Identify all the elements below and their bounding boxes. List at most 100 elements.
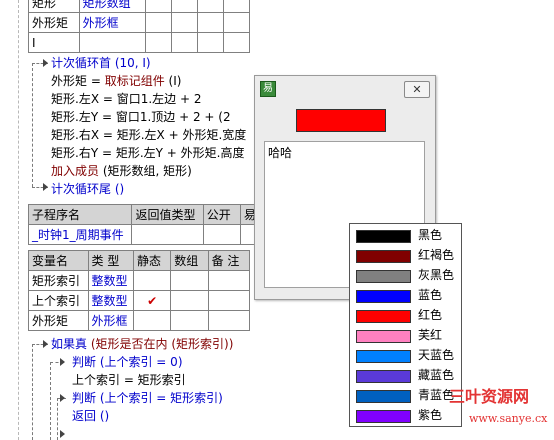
flow-arrow-icon (60, 394, 65, 402)
table-row: 上个索引 整数型 ✔ (28, 290, 251, 311)
code-line[interactable]: 矩形.右Y = 矩形.左Y + 外形矩.高度 (51, 144, 244, 162)
color-item[interactable]: 天蓝色 (354, 346, 458, 364)
color-label: 藏蓝色 (418, 368, 455, 382)
flow-line (57, 398, 58, 440)
code-loop-start[interactable]: 计次循环首 (10, I) (51, 54, 151, 72)
editor-gutter (0, 0, 19, 440)
table-cell[interactable]: 矩形数组 (78, 0, 146, 13)
table-cell[interactable]: 矩形索引 (28, 270, 89, 291)
code-return-line[interactable]: 返回 () (72, 407, 109, 425)
subroutine-name[interactable]: _时钟1_周期事件 (27, 224, 133, 245)
color-label: 红褐色 (418, 248, 455, 262)
table-cell[interactable] (132, 310, 172, 331)
table-cell[interactable]: 整数型 (87, 270, 134, 291)
table-cell[interactable] (144, 0, 172, 13)
code-if-line[interactable]: 如果真 (矩形是否在内 (矩形索引)) (51, 335, 233, 353)
code-function: 取标记组件 (104, 74, 165, 88)
flow-arrow-icon (43, 183, 48, 191)
color-item[interactable]: 红色 (354, 306, 458, 324)
color-item[interactable]: 青蓝色 (354, 386, 458, 404)
table-cell[interactable] (196, 0, 224, 13)
code-judge-line[interactable]: 判断 (上个索引 = 0) (72, 353, 183, 371)
code-loop-end[interactable]: 计次循环尾 () (51, 180, 124, 198)
table-row: I (28, 32, 251, 53)
app-icon: 易 (260, 81, 276, 97)
color-label: 蓝色 (418, 288, 443, 302)
color-swatch (356, 250, 411, 263)
table-cell[interactable]: 外形框 (78, 12, 146, 33)
table-cell[interactable] (196, 32, 224, 53)
table-cell[interactable]: 外形矩 (28, 12, 80, 33)
table-cell[interactable] (144, 32, 172, 53)
code-function: 加入成员 (51, 164, 100, 178)
code-line[interactable]: 矩形.左X = 窗口1.左边 + 2 (51, 90, 202, 108)
table-cell[interactable]: 上个索引 (28, 290, 89, 311)
watermark-text: 三叶资源网 (449, 387, 530, 406)
color-item[interactable]: 芙红 (354, 326, 458, 344)
table-cell[interactable] (222, 0, 251, 13)
table-cell[interactable] (78, 32, 146, 53)
table-cell[interactable] (207, 290, 251, 311)
code-line[interactable]: 加入成员 (矩形数组, 矩形) (51, 162, 192, 180)
color-item[interactable]: 藏蓝色 (354, 366, 458, 384)
color-item[interactable]: 紫色 (354, 406, 458, 424)
color-swatch (356, 270, 411, 283)
color-item[interactable]: 灰黑色 (354, 266, 458, 284)
table-cell[interactable]: 外形矩 (28, 310, 89, 331)
color-item[interactable]: 蓝色 (354, 286, 458, 304)
table-cell[interactable]: 整数型 (87, 290, 134, 311)
close-button[interactable]: ✕ (404, 81, 430, 98)
color-list[interactable]: 黑色 红褐色 灰黑色 蓝色 红色 芙红 天蓝色 藏蓝色 青蓝色 紫色 (349, 223, 462, 427)
table-cell[interactable] (170, 270, 209, 291)
table-cell[interactable] (170, 290, 209, 311)
textbox-content: 哈哈 (268, 146, 293, 160)
code-text: (I) (164, 74, 182, 88)
table-row: 矩形索引 整数型 (28, 270, 251, 291)
table-cell[interactable]: 矩形 (28, 0, 80, 13)
table-header-row: 变量名 类 型 静态 数组 备 注 (28, 250, 251, 271)
red-rectangle-shape[interactable] (296, 109, 386, 132)
table-row: _时钟1_周期事件 (27, 224, 265, 245)
code-text: 外形矩 = (51, 74, 105, 88)
column-header: 类 型 (87, 250, 134, 271)
table-row: 矩形 矩形数组 (28, 0, 251, 13)
local-variable-table: 变量名 类 型 静态 数组 备 注 矩形索引 整数型 上个索引 整数型 ✔ 外形… (28, 250, 251, 331)
table-cell[interactable] (132, 270, 172, 291)
color-swatch (356, 230, 411, 243)
color-item[interactable]: 红褐色 (354, 246, 458, 264)
table-cell[interactable] (207, 310, 251, 331)
code-line[interactable]: 矩形.左Y = 窗口1.顶边 + 2 + (2 (51, 108, 231, 126)
table-cell[interactable] (170, 310, 209, 331)
code-judge-line[interactable]: 判断 (上个索引 = 矩形索引) (72, 389, 223, 407)
code-keyword: 如果真 (51, 337, 88, 351)
color-label: 芙红 (418, 328, 443, 342)
table-cell[interactable] (207, 270, 251, 291)
flow-arrow-icon (60, 358, 65, 366)
flow-arrow-icon (43, 59, 48, 67)
column-header: 变量名 (28, 250, 89, 271)
table-cell[interactable] (131, 224, 204, 245)
code-line[interactable]: 矩形.右X = 矩形.左X + 外形矩.宽度 (51, 126, 246, 144)
table-cell[interactable] (170, 12, 198, 33)
column-header: 数组 (170, 250, 209, 271)
table-header-row: 子程序名 返回值类型 公开 易 (27, 204, 265, 225)
table-cell[interactable] (202, 224, 241, 245)
column-header: 公开 (202, 204, 241, 225)
column-header: 备 注 (207, 250, 251, 271)
table-cell[interactable] (196, 12, 224, 33)
code-line[interactable]: 上个索引 = 矩形索引 (72, 371, 186, 389)
table-cell[interactable] (144, 12, 172, 33)
table-cell[interactable]: 外形框 (87, 310, 134, 331)
code-text: (矩形数组, 矩形) (99, 164, 192, 178)
table-cell[interactable] (222, 12, 251, 33)
table-cell[interactable] (222, 32, 251, 53)
flow-arrow-icon (43, 340, 48, 348)
table-cell[interactable]: I (28, 32, 80, 53)
table-cell[interactable] (170, 32, 198, 53)
color-swatch (356, 290, 411, 303)
static-checkmark-icon[interactable]: ✔ (132, 290, 172, 311)
table-row: 外形矩 外形框 (28, 12, 251, 33)
table-cell[interactable] (170, 0, 198, 13)
code-line[interactable]: 外形矩 = 取标记组件 (I) (51, 72, 181, 90)
color-item[interactable]: 黑色 (354, 226, 458, 244)
